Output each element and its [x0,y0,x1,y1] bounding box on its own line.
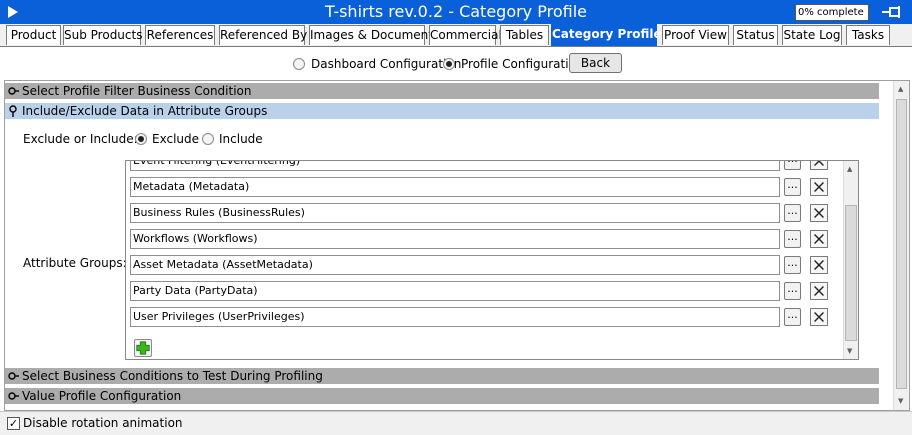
tab-images-documents[interactable]: Images & Documents [309,25,439,45]
profile-configuration-option[interactable]: Profile Configuration [443,57,584,71]
include-radio[interactable] [202,133,214,145]
remove-icon[interactable] [810,308,828,326]
expanded-section-icon [9,105,17,117]
browse-button[interactable]: ... [784,256,801,274]
list-item: Business Rules (BusinessRules) ... [126,202,842,224]
dashboard-configuration-radio[interactable] [293,58,305,70]
footer-bar: ✓ Disable rotation animation [0,411,912,435]
panel-scrollbar[interactable]: ▲ ▼ [893,81,909,410]
remove-icon[interactable] [810,178,828,196]
list-scrollbar-thumb[interactable] [845,205,857,341]
scroll-down-arrow-icon[interactable]: ▼ [898,397,903,405]
tab-status[interactable]: Status [733,25,778,45]
disable-rotation-checkbox[interactable]: ✓ [7,417,20,430]
tab-proof-view[interactable]: Proof View [662,25,729,45]
disable-rotation-label: Disable rotation animation [23,416,183,430]
collapsed-section-icon [8,372,19,380]
list-item: Event Filtering (EventFiltering) ... [126,160,842,172]
attribute-group-field[interactable]: User Privileges (UserPrivileges) [130,307,780,327]
section-value-profile[interactable]: Value Profile Configuration [5,388,879,404]
profile-configuration-radio[interactable] [443,58,455,70]
browse-button[interactable]: ... [784,178,801,196]
exclude-label: Exclude [152,132,200,146]
progress-indicator: 0% complete [795,4,869,21]
attribute-group-field[interactable]: Asset Metadata (AssetMetadata) [130,255,780,275]
profile-panel: Select Profile Filter Business Condition… [4,80,910,411]
attribute-group-field[interactable]: Workflows (Workflows) [130,229,780,249]
attribute-groups-label: Attribute Groups: [23,256,127,270]
dashboard-configuration-label: Dashboard Configuration [311,57,462,71]
section-business-conditions-label: Select Business Conditions to Test Durin… [22,369,323,383]
tab-state-log[interactable]: State Log [782,25,842,45]
tab-tables[interactable]: Tables [500,25,549,45]
include-label: Include [219,132,263,146]
remove-icon[interactable] [810,282,828,300]
list-item: Metadata (Metadata) ... [126,176,842,198]
exclude-option[interactable]: Exclude [135,132,199,146]
add-attribute-group-icon[interactable] [134,339,152,357]
remove-icon[interactable] [810,256,828,274]
scroll-down-arrow-icon[interactable]: ▼ [847,347,852,355]
browse-button[interactable]: ... [784,161,801,170]
dashboard-configuration-option[interactable]: Dashboard Configuration [293,57,461,71]
attribute-groups-list: Event Filtering (EventFiltering) ... Met… [125,160,859,360]
back-button[interactable]: Back [569,53,622,73]
list-item: User Privileges (UserPrivileges) ... [126,306,842,328]
exclude-radio[interactable] [135,133,147,145]
collapsed-section-icon [8,392,19,400]
list-item: Workflows (Workflows) ... [126,228,842,250]
panel-scrollbar-thumb[interactable] [896,99,907,389]
list-item: Asset Metadata (AssetMetadata) ... [126,254,842,276]
section-profile-filter-label: Select Profile Filter Business Condition [22,84,252,98]
section-profile-filter[interactable]: Select Profile Filter Business Condition [5,83,879,99]
browse-button[interactable]: ... [784,230,801,248]
list-scrollbar[interactable]: ▲ ▼ [843,161,858,359]
collapsed-section-icon [8,87,19,95]
title-bar: T-shirts rev.0.2 - Category Profile 0% c… [0,0,912,24]
browse-button[interactable]: ... [784,308,801,326]
scroll-up-arrow-icon[interactable]: ▲ [847,165,852,173]
remove-icon[interactable] [810,160,828,170]
tab-referenced-by[interactable]: Referenced By [219,25,307,45]
tab-category-profile[interactable]: Category Profile [551,24,662,46]
window-title: T-shirts rev.0.2 - Category Profile [325,2,587,21]
section-business-conditions[interactable]: Select Business Conditions to Test Durin… [5,368,879,384]
section-include-exclude[interactable]: Include/Exclude Data in Attribute Groups [5,103,879,119]
attribute-group-field[interactable]: Event Filtering (EventFiltering) [130,161,780,171]
remove-icon[interactable] [810,204,828,222]
tab-tasks[interactable]: Tasks [846,25,890,45]
browse-button[interactable]: ... [784,204,801,222]
browse-button[interactable]: ... [784,282,801,300]
attribute-group-field[interactable]: Party Data (PartyData) [130,281,780,301]
tab-product[interactable]: Product [6,25,61,45]
include-option[interactable]: Include [202,132,263,146]
profile-configuration-label: Profile Configuration [461,57,584,71]
tab-commercial[interactable]: Commercial [429,25,502,45]
configuration-bar: Dashboard Configuration Profile Configur… [0,46,912,80]
attribute-group-field[interactable]: Metadata (Metadata) [130,177,780,197]
tab-bar: Product Sub Products References Referenc… [0,24,912,46]
exclude-include-label: Exclude or Include: [23,132,138,146]
remove-icon[interactable] [810,230,828,248]
section-include-exclude-label: Include/Exclude Data in Attribute Groups [22,104,268,118]
scroll-up-arrow-icon[interactable]: ▲ [898,85,903,93]
tab-sub-products[interactable]: Sub Products [63,25,142,45]
tab-references[interactable]: References [145,25,215,45]
list-item: Party Data (PartyData) ... [126,280,842,302]
pin-icon[interactable] [880,3,904,21]
section-value-profile-label: Value Profile Configuration [22,389,182,403]
attribute-group-field[interactable]: Business Rules (BusinessRules) [130,203,780,223]
